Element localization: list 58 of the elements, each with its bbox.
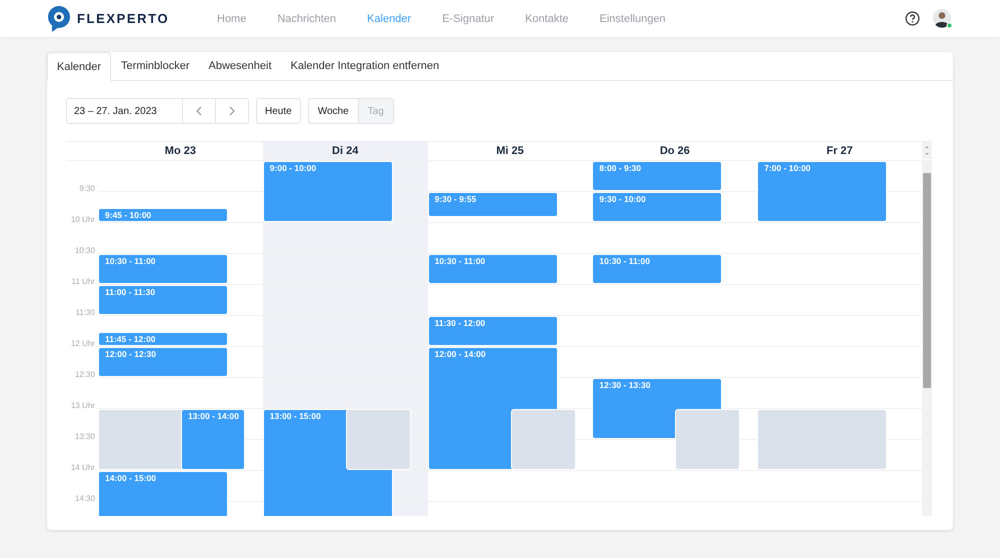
- day-heading: Fr 27: [825, 144, 854, 159]
- nav-link[interactable]: Kalender: [367, 12, 412, 24]
- time-label: 14 Uhr: [70, 463, 95, 472]
- calendar-event[interactable]: 11:00 - 11:30: [98, 285, 228, 315]
- date-range-field[interactable]: 23 – 27. Jan. 2023: [66, 98, 183, 124]
- time-label: 11:30: [76, 308, 95, 317]
- next-button[interactable]: [216, 98, 249, 124]
- blocked-slot-overlay: [346, 409, 411, 470]
- nav-link[interactable]: E-Signatur: [442, 12, 494, 24]
- brand-name: FLEXPERTO: [77, 11, 170, 26]
- nav-link[interactable]: Nachrichten: [277, 12, 336, 24]
- chevron-right-icon: [228, 106, 236, 116]
- calendar-event[interactable]: 12:00 - 12:30: [98, 347, 228, 377]
- scrollbar[interactable]: [922, 161, 932, 516]
- time-label: 13:30: [74, 432, 95, 441]
- calendar-event[interactable]: 13:00 - 14:00: [180, 409, 245, 470]
- nav-link[interactable]: Einstellungen: [600, 12, 666, 24]
- calendar-event[interactable]: 9:45 - 10:00: [98, 208, 228, 222]
- calendar-event[interactable]: 11:30 - 12:00: [428, 316, 558, 346]
- blocked-slot-overlay: [675, 409, 740, 470]
- chevron-left-icon: [195, 106, 203, 116]
- scrollbar-thumb[interactable]: [923, 173, 932, 388]
- time-label: 10 Uhr: [70, 215, 95, 224]
- calendar-event[interactable]: 8:00 - 9:30: [592, 161, 722, 191]
- calendar-event[interactable]: 9:30 - 10:00: [592, 192, 722, 222]
- tab[interactable]: Kalender: [47, 52, 112, 81]
- help-icon[interactable]: [905, 11, 920, 26]
- view-button[interactable]: Tag: [358, 98, 394, 124]
- blocked-slot-overlay: [510, 409, 576, 470]
- tab[interactable]: Abwesenheit: [200, 52, 281, 80]
- calendar-event[interactable]: 9:00 - 10:00: [262, 161, 393, 222]
- logo-icon: [47, 6, 71, 32]
- previous-button[interactable]: [183, 98, 216, 124]
- tab[interactable]: Kalender Integration entfernen: [282, 52, 448, 80]
- calendar-event[interactable]: 10:30 - 11:00: [98, 254, 228, 284]
- time-label: 10:30: [74, 246, 95, 255]
- calendar-event[interactable]: 10:30 - 11:00: [428, 254, 558, 284]
- calendar-event[interactable]: 11:45 - 12:00: [98, 332, 228, 346]
- view-button[interactable]: Woche: [308, 98, 359, 124]
- tab[interactable]: Terminblocker: [112, 52, 199, 80]
- time-label: 12:30: [74, 370, 95, 379]
- calendar-event[interactable]: 7:00 - 10:00: [757, 161, 888, 222]
- time-label: 12 Uhr: [70, 339, 95, 348]
- day-heading: Mo 23: [164, 144, 197, 159]
- time-label: 13 Uhr: [70, 401, 95, 410]
- avatar-icon[interactable]: [933, 8, 953, 28]
- day-heading: Di 24: [262, 142, 428, 160]
- today-button[interactable]: Heute: [256, 98, 301, 124]
- calendar-event[interactable]: 9:30 - 9:55: [428, 192, 558, 217]
- calendar-event[interactable]: 14:00 - 15:00: [98, 471, 228, 516]
- calendar-event[interactable]: 10:30 - 11:00: [592, 254, 722, 284]
- nav-link[interactable]: Home: [217, 12, 246, 24]
- day-heading: Do 26: [658, 144, 691, 159]
- nav-link[interactable]: Kontakte: [525, 12, 568, 24]
- time-label: 9:30: [79, 184, 95, 193]
- time-label: 11 Uhr: [72, 277, 95, 286]
- time-label: 14:30: [74, 494, 95, 503]
- day-heading: Mi 25: [495, 144, 525, 159]
